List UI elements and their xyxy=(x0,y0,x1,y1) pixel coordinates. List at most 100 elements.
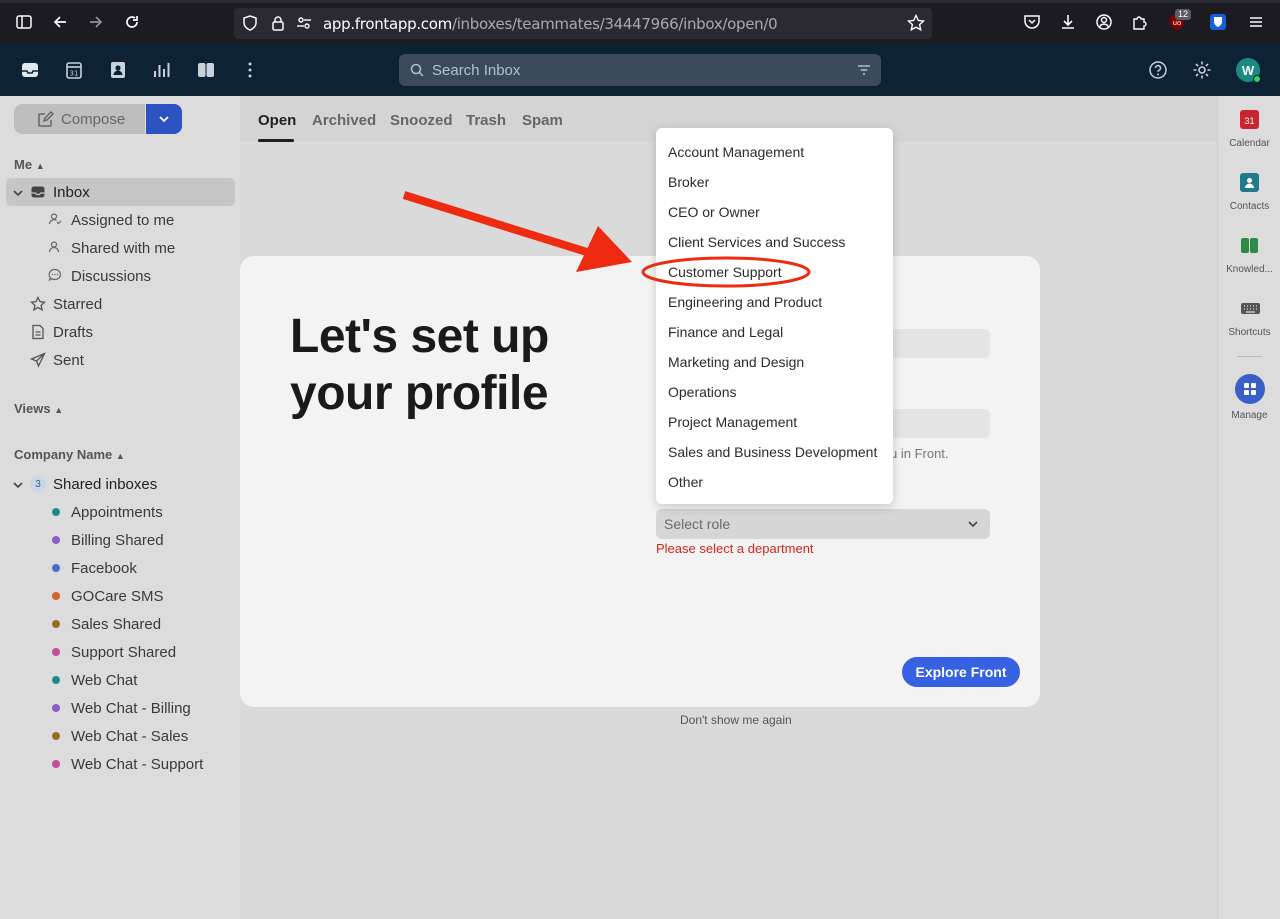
pocket-icon[interactable] xyxy=(1022,12,1042,32)
department-option[interactable]: Client Services and Success xyxy=(668,234,845,250)
department-option[interactable]: Marketing and Design xyxy=(668,354,804,370)
department-option[interactable]: Engineering and Product xyxy=(668,294,822,310)
department-option[interactable]: Other xyxy=(668,474,703,490)
back-icon[interactable] xyxy=(50,12,70,32)
sidebar-item-shared-inbox[interactable]: Billing Shared xyxy=(71,532,164,549)
contacts-nav-icon[interactable] xyxy=(107,59,129,81)
keyboard-icon xyxy=(1240,299,1260,318)
sidebar-item-shared-inboxes[interactable]: Shared inboxes xyxy=(53,476,157,493)
url-text[interactable]: app.frontapp.com/inboxes/teammates/34447… xyxy=(323,15,778,33)
calendar-nav-icon[interactable]: 31 xyxy=(63,59,85,81)
sidebar-item-sent[interactable]: Sent xyxy=(53,352,84,369)
rail-contacts[interactable]: Contacts xyxy=(1218,171,1280,215)
rail-manage[interactable]: Manage xyxy=(1218,374,1280,422)
forward-icon[interactable] xyxy=(86,12,106,32)
tab-archived[interactable]: Archived xyxy=(312,112,376,129)
bitwarden-icon[interactable] xyxy=(1208,12,1228,32)
inbox-icon xyxy=(30,184,46,200)
extensions-icon[interactable] xyxy=(1130,12,1150,32)
company-section-heading[interactable]: Company Name ▲ xyxy=(14,447,125,462)
sidebar-item-shared-inbox[interactable]: Sales Shared xyxy=(71,616,161,633)
compose-dropdown-button[interactable] xyxy=(146,104,182,134)
shared-icon xyxy=(48,240,64,256)
inbox-color-dot xyxy=(52,508,60,516)
views-section-heading[interactable]: Views ▲ xyxy=(14,401,63,416)
compose-icon xyxy=(37,110,55,127)
department-option[interactable]: Finance and Legal xyxy=(668,324,783,340)
department-option[interactable]: Operations xyxy=(668,384,736,400)
sidebar-item-shared-inbox[interactable]: GOCare SMS xyxy=(71,588,164,605)
knowledge-nav-icon[interactable] xyxy=(195,59,217,81)
department-option[interactable]: Project Management xyxy=(668,414,797,430)
rail-shortcuts[interactable]: Shortcuts xyxy=(1218,297,1280,341)
search-input[interactable]: Search Inbox xyxy=(399,54,881,86)
chevron-down-icon[interactable] xyxy=(12,478,28,494)
app-header: 31 Search Inbox W xyxy=(0,44,1280,96)
url-bar[interactable]: app.frontapp.com/inboxes/teammates/34447… xyxy=(234,8,932,39)
chevron-down-icon xyxy=(966,517,980,531)
user-avatar[interactable]: W xyxy=(1236,58,1261,83)
sidebar-item-shared-inbox[interactable]: Web Chat - Billing xyxy=(71,700,191,717)
sidebar-item-shared-inbox[interactable]: Web Chat - Support xyxy=(71,756,203,773)
help-icon[interactable] xyxy=(1147,59,1169,81)
department-option[interactable]: Sales and Business Development xyxy=(668,444,877,460)
department-option[interactable]: Customer Support xyxy=(668,264,782,280)
discussions-icon xyxy=(48,268,64,284)
analytics-nav-icon[interactable] xyxy=(151,59,173,81)
reload-icon[interactable] xyxy=(122,12,142,32)
sidebar-item-discussions[interactable]: Discussions xyxy=(71,268,151,285)
rail-label-calendar: Calendar xyxy=(1229,138,1270,149)
department-error: Please select a department xyxy=(656,541,814,556)
tab-trash[interactable]: Trash xyxy=(466,112,506,129)
tab-open[interactable]: Open xyxy=(258,112,296,129)
tab-snoozed[interactable]: Snoozed xyxy=(390,112,453,129)
permissions-icon[interactable] xyxy=(294,13,314,33)
sidebar-item-shared-inbox[interactable]: Appointments xyxy=(71,504,163,521)
chevron-down-icon xyxy=(159,116,169,123)
inbox-color-dot xyxy=(52,592,60,600)
sidebar-item-shared-inbox[interactable]: Web Chat - Sales xyxy=(71,728,188,745)
manage-apps-icon xyxy=(1235,374,1265,404)
sidebar-item-shared-inbox[interactable]: Facebook xyxy=(71,560,137,577)
more-nav-icon[interactable] xyxy=(239,59,261,81)
sidebar-item-shared-with-me[interactable]: Shared with me xyxy=(71,240,175,257)
sidebar-item-drafts[interactable]: Drafts xyxy=(53,324,93,341)
sidebar-item-shared-inbox[interactable]: Support Shared xyxy=(71,644,176,661)
sidebar-item-assigned[interactable]: Assigned to me xyxy=(71,212,174,229)
shield-icon[interactable] xyxy=(240,13,260,33)
filter-icon[interactable] xyxy=(856,62,872,78)
search-placeholder: Search Inbox xyxy=(432,62,521,79)
download-icon[interactable] xyxy=(1058,12,1078,32)
department-option[interactable]: Broker xyxy=(668,174,709,190)
svg-text:uo: uo xyxy=(1173,19,1182,27)
account-icon[interactable] xyxy=(1094,12,1114,32)
inbox-color-dot xyxy=(52,704,60,712)
sidebar-item-inbox[interactable]: Inbox xyxy=(53,184,90,201)
rail-label-shortcuts: Shortcuts xyxy=(1228,327,1271,338)
settings-gear-icon[interactable] xyxy=(1191,59,1213,81)
active-tab-indicator xyxy=(258,139,294,142)
menu-icon[interactable] xyxy=(1246,12,1266,32)
sidebar-item-starred[interactable]: Starred xyxy=(53,296,102,313)
sidebar-item-shared-inbox[interactable]: Web Chat xyxy=(71,672,137,689)
tab-spam[interactable]: Spam xyxy=(522,112,563,129)
inbox-color-dot xyxy=(52,564,60,572)
bookmark-star-icon[interactable] xyxy=(906,13,926,33)
chevron-down-icon[interactable] xyxy=(12,186,28,202)
explore-front-button[interactable]: Explore Front xyxy=(902,657,1020,687)
rail-knowledge[interactable]: Knowled... xyxy=(1218,234,1280,278)
sidebar-toggle-icon[interactable] xyxy=(14,12,34,32)
me-section-heading[interactable]: Me ▲ xyxy=(14,157,45,172)
tab-strip xyxy=(0,0,1280,3)
department-option[interactable]: Account Management xyxy=(668,144,804,160)
compose-button[interactable]: Compose xyxy=(14,104,145,134)
role-select[interactable]: Select role xyxy=(656,509,990,539)
dont-show-again-link[interactable]: Don't show me again xyxy=(680,713,792,727)
inbox-nav-icon[interactable] xyxy=(19,59,41,81)
inbox-color-dot xyxy=(52,732,60,740)
rail-calendar[interactable]: 31 Calendar xyxy=(1218,108,1280,152)
svg-text:31: 31 xyxy=(70,70,79,78)
inbox-color-dot xyxy=(52,620,60,628)
lock-icon[interactable] xyxy=(268,13,288,33)
department-option[interactable]: CEO or Owner xyxy=(668,204,760,220)
